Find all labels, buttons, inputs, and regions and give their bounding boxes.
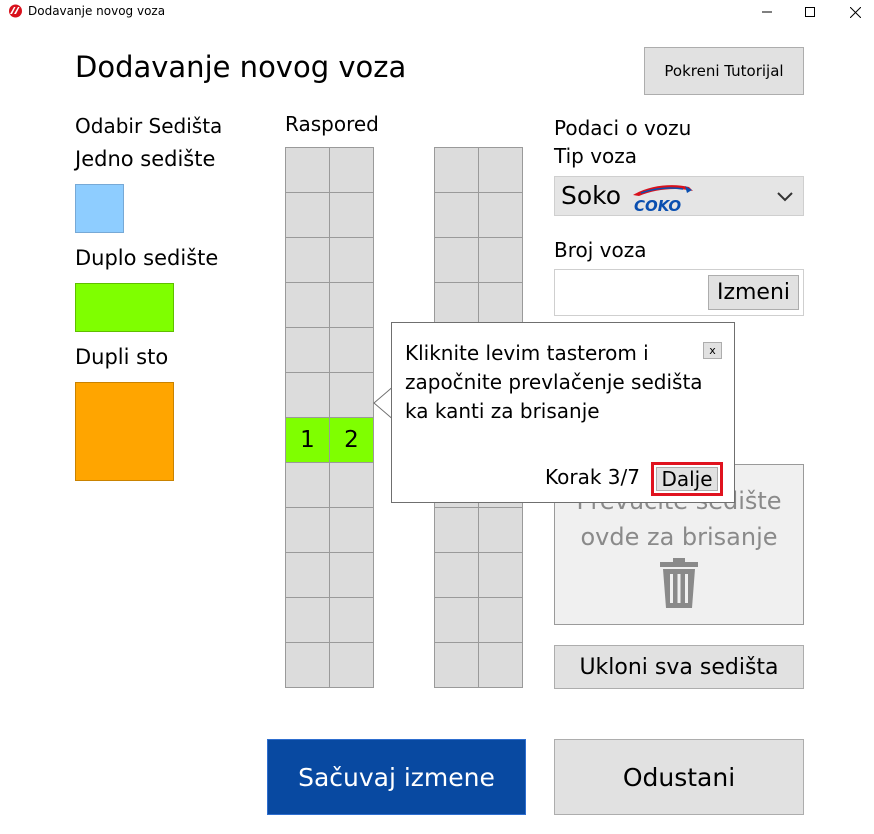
train-data-title: Podaci o vozu (554, 116, 692, 140)
tooltip-text: Kliknite levim tasterom i započnite prev… (405, 341, 703, 423)
grid-cell[interactable] (286, 148, 330, 193)
train-type-label: Tip voza (554, 144, 638, 168)
train-number-label: Broj voza (554, 238, 647, 262)
grid-cell[interactable] (479, 643, 523, 688)
double-table-tile[interactable] (75, 382, 174, 481)
chevron-down-icon (777, 192, 793, 202)
grid-cell[interactable] (479, 598, 523, 643)
train-type-value: Soko (561, 181, 622, 210)
grid-cell[interactable] (286, 553, 330, 598)
minimize-button[interactable] (744, 0, 790, 24)
train-number-input[interactable] (555, 270, 705, 315)
grid-cell[interactable] (435, 193, 479, 238)
single-seat-tile[interactable] (75, 184, 124, 233)
grid-cell[interactable] (479, 553, 523, 598)
trash-icon (660, 558, 698, 608)
placed-seat[interactable]: 1 (286, 418, 330, 463)
soko-logo-text: COKO (634, 197, 681, 213)
next-step-highlight[interactable]: Dalje (651, 462, 723, 496)
remove-all-seats-button[interactable]: Ukloni sva sedišta (554, 645, 804, 689)
grid-cell[interactable] (479, 238, 523, 283)
grid-cell[interactable] (330, 148, 374, 193)
maximize-icon (805, 7, 815, 17)
close-icon (849, 6, 861, 18)
grid-cell[interactable] (435, 553, 479, 598)
maximize-button[interactable] (787, 0, 833, 24)
train-number-box: Izmeni (554, 269, 804, 316)
window-title: Dodavanje novog voza (28, 4, 166, 18)
grid-cell[interactable] (435, 508, 479, 553)
grid-cell[interactable] (330, 373, 374, 418)
double-seat-tile[interactable] (75, 283, 174, 332)
tutorial-step-counter: Korak 3/7 (545, 465, 640, 489)
grid-cell[interactable] (330, 193, 374, 238)
layout-title: Raspored (285, 112, 379, 136)
seat-grid-left[interactable]: 12 (285, 147, 374, 688)
double-seat-label: Duplo sedište (75, 246, 219, 270)
grid-cell[interactable] (330, 598, 374, 643)
tutorial-tooltip: Kliknite levim tasterom i započnite prev… (391, 322, 735, 503)
grid-cell[interactable] (286, 508, 330, 553)
grid-cell[interactable] (435, 238, 479, 283)
grid-cell[interactable] (435, 598, 479, 643)
grid-cell[interactable] (479, 193, 523, 238)
cancel-button[interactable]: Odustani (554, 739, 804, 815)
grid-cell[interactable] (479, 508, 523, 553)
grid-cell[interactable] (435, 643, 479, 688)
grid-cell[interactable] (330, 508, 374, 553)
grid-cell[interactable] (286, 238, 330, 283)
grid-cell[interactable] (286, 328, 330, 373)
double-table-label: Dupli sto (75, 345, 169, 369)
grid-cell[interactable] (330, 643, 374, 688)
grid-cell[interactable] (330, 283, 374, 328)
grid-cell[interactable] (286, 283, 330, 328)
grid-cell[interactable] (330, 238, 374, 283)
page-title: Dodavanje novog voza (75, 50, 407, 84)
trash-hint-line2: ovde za brisanje (580, 523, 778, 551)
close-window-button[interactable] (832, 0, 874, 24)
tooltip-close-button[interactable]: x (703, 342, 722, 359)
single-seat-label: Jedno sedište (75, 147, 216, 171)
minimize-icon (762, 11, 772, 13)
next-step-button[interactable]: Dalje (656, 467, 718, 491)
start-tutorial-button[interactable]: Pokreni Tutorijal (644, 47, 804, 95)
seat-selection-title: Odabir Sedišta (75, 114, 223, 138)
app-logo-icon (9, 4, 22, 18)
grid-cell[interactable] (286, 373, 330, 418)
save-changes-button[interactable]: Sačuvaj izmene (267, 739, 526, 815)
grid-cell[interactable] (330, 328, 374, 373)
train-type-select[interactable]: Soko COKO (554, 176, 804, 216)
grid-cell[interactable] (479, 148, 523, 193)
edit-number-button[interactable]: Izmeni (708, 275, 799, 310)
soko-logo-icon: COKO (633, 185, 693, 213)
title-bar: Dodavanje novog voza (0, 0, 874, 24)
grid-cell[interactable] (435, 148, 479, 193)
grid-cell[interactable] (330, 463, 374, 508)
grid-cell[interactable] (286, 598, 330, 643)
grid-cell[interactable] (330, 553, 374, 598)
grid-cell[interactable] (286, 643, 330, 688)
grid-cell[interactable] (286, 193, 330, 238)
placed-seat[interactable]: 2 (330, 418, 374, 463)
grid-cell[interactable] (286, 463, 330, 508)
